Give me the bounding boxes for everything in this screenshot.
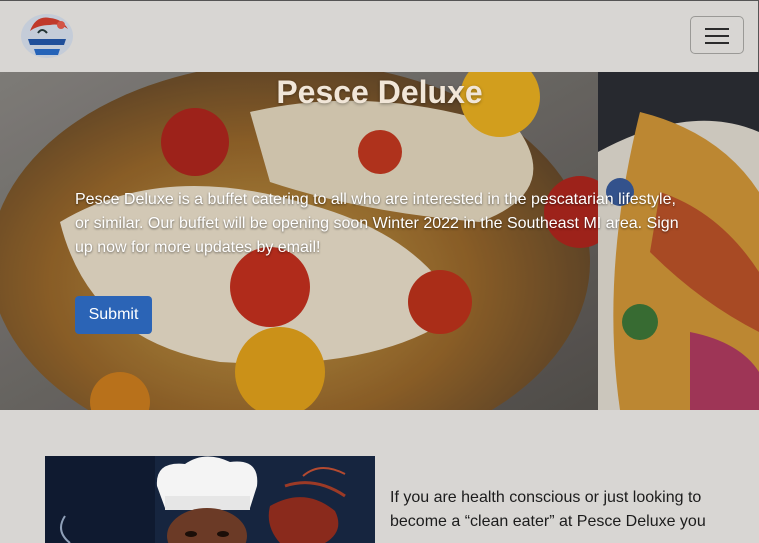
brand-logo[interactable] — [16, 9, 78, 61]
hamburger-icon — [705, 42, 729, 44]
submit-button[interactable]: Submit — [75, 296, 152, 334]
about-text: If you are health conscious or just look… — [390, 489, 706, 530]
hero-title: Pesce Deluxe — [276, 74, 483, 110]
hamburger-icon — [705, 35, 729, 37]
navbar — [0, 0, 759, 72]
chef-image — [45, 456, 375, 543]
hero-description: Pesce Deluxe is a buffet catering to all… — [75, 191, 679, 256]
menu-toggle-button[interactable] — [690, 16, 744, 54]
hero-section: Pesce Deluxe Pesce Deluxe is a buffet ca… — [0, 72, 759, 410]
hamburger-icon — [705, 28, 729, 30]
